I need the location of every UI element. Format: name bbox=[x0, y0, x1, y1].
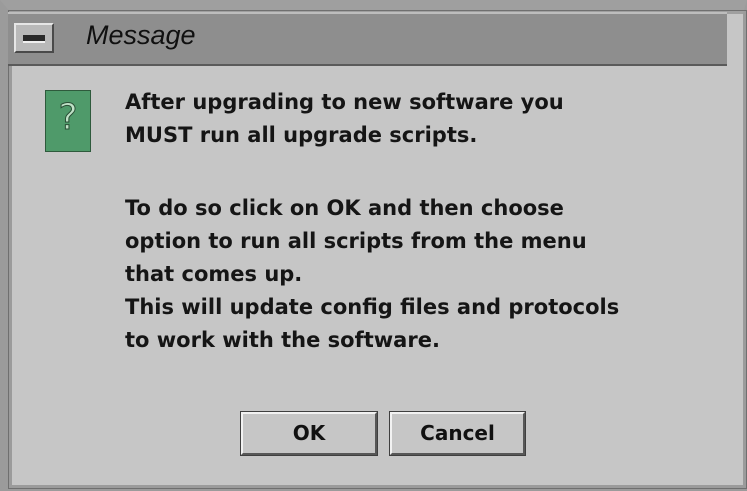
window-menu-icon bbox=[23, 35, 45, 43]
question-icon: ? bbox=[45, 90, 91, 152]
message-line-4: option to run all scripts from the menu bbox=[125, 229, 587, 253]
message-line-3: To do so click on OK and then choose bbox=[125, 196, 564, 220]
message-line-7: to work with the software. bbox=[125, 328, 440, 352]
message-line-6: This will update config files and protoc… bbox=[125, 295, 620, 319]
window-title: Message bbox=[86, 20, 196, 50]
cancel-button[interactable]: Cancel bbox=[389, 411, 526, 456]
window-menu-button[interactable] bbox=[14, 23, 54, 53]
question-glyph: ? bbox=[58, 97, 78, 139]
message-line-5: that comes up. bbox=[125, 262, 303, 286]
message-line-1: After upgrading to new software you bbox=[125, 90, 564, 114]
message-line-2: MUST run all upgrade scripts. bbox=[125, 123, 478, 147]
title-bar[interactable]: Message bbox=[8, 12, 727, 66]
ok-button[interactable]: OK bbox=[240, 411, 378, 456]
